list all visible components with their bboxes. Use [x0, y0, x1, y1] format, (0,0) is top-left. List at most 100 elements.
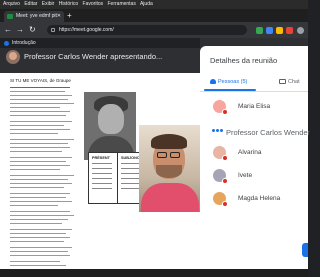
text-line [10, 161, 66, 162]
lock-icon [51, 28, 55, 32]
menu-item[interactable]: Ferramentas [108, 1, 136, 7]
address-bar[interactable]: https://meet.google.com/ [47, 25, 247, 35]
text-line [10, 125, 64, 126]
text-line [10, 169, 60, 170]
participant-name: Magda Helena [238, 195, 281, 202]
text-line [10, 115, 66, 116]
menu-item[interactable]: Favoritos [83, 1, 104, 7]
divider [200, 91, 308, 92]
tab-chat[interactable]: Chat [279, 79, 300, 85]
participant-name: Ivete [238, 172, 253, 179]
text-line [10, 129, 70, 130]
text-line [10, 237, 70, 238]
reload-icon[interactable]: ↻ [29, 24, 36, 36]
browser-tabbar: Meet: yve edmf pit ✕ + [0, 9, 308, 22]
text-line [10, 143, 68, 144]
participant-name: Professor Carlos Wender [226, 128, 311, 137]
panel-title: Detalhes da reunião [210, 56, 278, 65]
text-line [10, 233, 66, 234]
participant-row[interactable]: Ivete [200, 166, 308, 188]
text-line [10, 139, 74, 140]
presenter-label: Professor Carlos Wender apresentando... [24, 52, 163, 61]
extension-icon[interactable] [266, 27, 273, 34]
browser-toolbar: ← → ↻ https://meet.google.com/ [0, 22, 308, 38]
text-line [10, 261, 60, 262]
present-tense-box: PRÉSENT [88, 152, 118, 204]
tab-people[interactable]: Pessoas (5) [210, 79, 247, 85]
profile-icon[interactable] [297, 27, 304, 34]
text-line [10, 151, 62, 152]
meet-top-strip: Introdução [0, 38, 200, 48]
menu-item[interactable]: Arquivo [3, 1, 20, 7]
text-line [10, 165, 70, 166]
participant-name: Alvarina [238, 149, 262, 156]
text-line [10, 95, 72, 96]
app-menubar: Arquivo Editar Exibir Histórico Favorito… [0, 0, 308, 9]
text-line [10, 87, 70, 88]
participant-row[interactable]: Alvarina [200, 143, 308, 165]
tab-chat-label: Chat [288, 79, 300, 85]
menu-item[interactable]: Editar [24, 1, 37, 7]
mic-off-icon [222, 155, 228, 161]
mic-off-icon [222, 109, 228, 115]
text-line [10, 111, 70, 112]
tab-title: Meet: yve edmf pit [16, 13, 57, 19]
presenter-bar: Professor Carlos Wender apresentando... [0, 48, 200, 66]
text-line [10, 157, 72, 158]
text-line [10, 147, 70, 148]
shared-screen-document: SI TU ME VOYAIS, de Graupe PRÉSENT SUBJO… [0, 73, 200, 277]
participant-name: Maria Elisa [238, 103, 271, 110]
panel-toggle-button[interactable] [302, 243, 308, 257]
text-line [10, 251, 68, 252]
chat-icon [279, 79, 286, 85]
people-icon [210, 79, 216, 85]
presenter-camera-tile[interactable] [139, 125, 200, 212]
meet-favicon-icon [7, 14, 13, 19]
meet-top-label: Introdução [12, 40, 36, 46]
text-line [10, 121, 72, 122]
participant-row[interactable]: Magda Helena [200, 189, 308, 211]
meet-logo-icon [4, 41, 9, 46]
text-line [10, 223, 62, 224]
presenter-avatar [6, 50, 20, 64]
text-line [10, 247, 72, 248]
mic-off-icon [222, 201, 228, 207]
text-line [10, 175, 74, 176]
extension-icon[interactable] [286, 27, 293, 34]
text-line [10, 211, 70, 212]
mic-off-icon [222, 178, 228, 184]
extension-icon[interactable] [276, 27, 283, 34]
text-line [10, 205, 58, 206]
new-tab-button[interactable]: + [67, 11, 72, 20]
text-line [10, 201, 72, 202]
text-line [10, 107, 60, 108]
back-icon[interactable]: ← [4, 24, 12, 36]
menu-item[interactable]: Ajuda [140, 1, 153, 7]
text-line [10, 255, 70, 256]
text-line [10, 229, 72, 230]
document-title: SI TU ME VOYAIS, de Graupe [10, 78, 71, 83]
text-line [10, 215, 74, 216]
close-tab-icon[interactable]: ✕ [57, 11, 61, 22]
singer-photo [84, 92, 136, 160]
text-line [10, 241, 64, 242]
menu-item[interactable]: Exibir [42, 1, 55, 7]
text-line [10, 197, 66, 198]
speaking-indicator-icon [212, 129, 215, 132]
browser-tab-meet[interactable]: Meet: yve edmf pit ✕ [4, 11, 64, 22]
participant-row[interactable]: Professor Carlos Wender [200, 120, 311, 142]
meeting-details-panel: Detalhes da reunião Pessoas (5) Chat Mar… [200, 46, 311, 277]
menu-item[interactable]: Histórico [59, 1, 78, 7]
meet-page: Introdução Professor Carlos Wender apres… [0, 38, 311, 277]
text-line [10, 265, 66, 266]
forward-icon[interactable]: → [16, 24, 24, 36]
text-line [10, 183, 72, 184]
extension-icon[interactable] [256, 27, 263, 34]
text-line [10, 133, 58, 134]
participant-row[interactable]: Maria Elisa [200, 97, 308, 119]
text-line [10, 187, 64, 188]
text-line [10, 219, 68, 220]
text-line [10, 91, 65, 92]
box-title: PRÉSENT [92, 156, 110, 160]
text-line [10, 193, 70, 194]
